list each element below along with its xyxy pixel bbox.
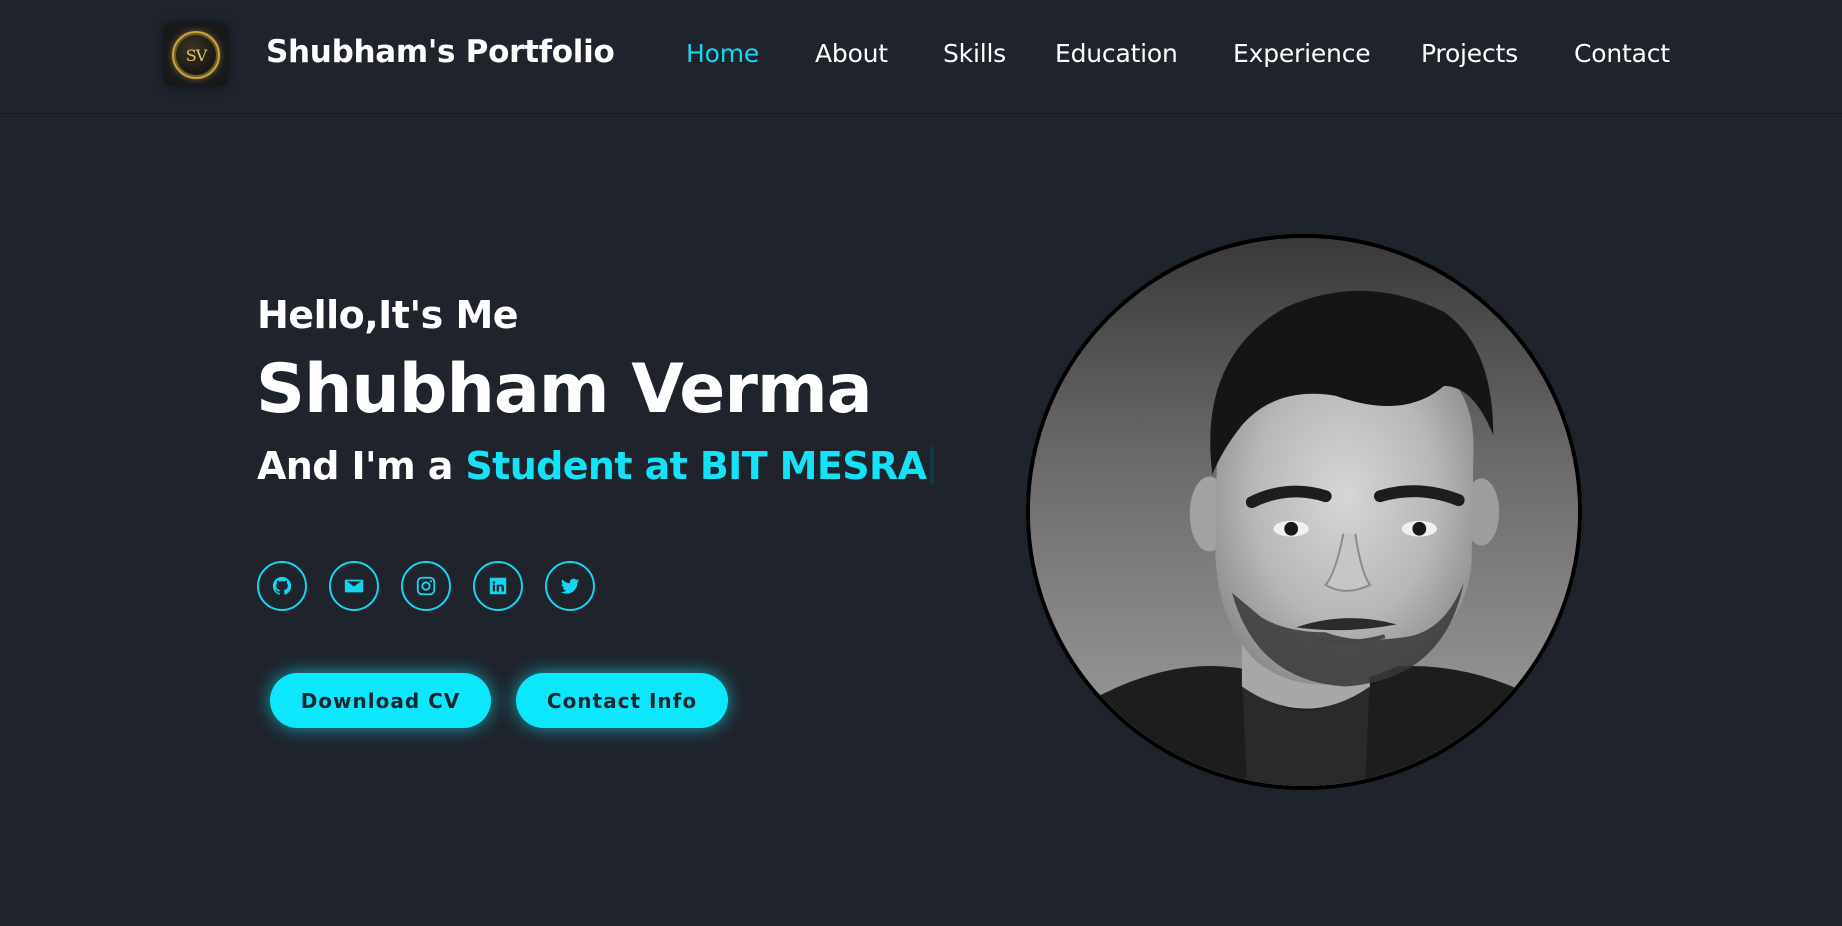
brand-title[interactable]: Shubham's Portfolio [266,34,615,70]
github-link[interactable] [257,561,307,611]
linkedin-icon [489,577,507,595]
contact-info-button[interactable]: Contact Info [516,673,728,728]
nav-skills[interactable]: Skills [943,39,1006,68]
nav-education[interactable]: Education [1055,39,1178,68]
logo-emblem: SV [172,31,220,79]
nav-experience[interactable]: Experience [1233,39,1371,68]
twitter-icon [560,578,580,594]
nav-home[interactable]: Home [686,39,759,68]
hero-name: Shubham Verma [256,350,873,429]
hero-greeting: Hello,It's Me [257,293,519,337]
nav-projects[interactable]: Projects [1421,39,1518,68]
role-prefix: And I'm a [257,444,466,488]
profile-photo [1026,234,1582,790]
twitter-link[interactable] [545,561,595,611]
nav-contact[interactable]: Contact [1574,39,1670,68]
mail-icon [344,579,364,593]
site-header: SV Shubham's Portfolio Home About Skills… [0,0,1842,114]
site-logo[interactable]: SV [165,24,227,86]
nav-about[interactable]: About [815,39,888,68]
profile-portrait [1030,238,1578,786]
mail-link[interactable] [329,561,379,611]
instagram-link[interactable] [401,561,451,611]
role-highlight: Student at BIT MESRA [465,444,927,488]
instagram-icon [416,576,436,596]
linkedin-link[interactable] [473,561,523,611]
logo-text: SV [185,45,207,65]
hero-role: And I'm a Student at BIT MESRA [257,444,935,488]
typing-cursor [930,447,935,483]
github-icon [272,576,292,595]
download-cv-button[interactable]: Download CV [270,673,491,728]
